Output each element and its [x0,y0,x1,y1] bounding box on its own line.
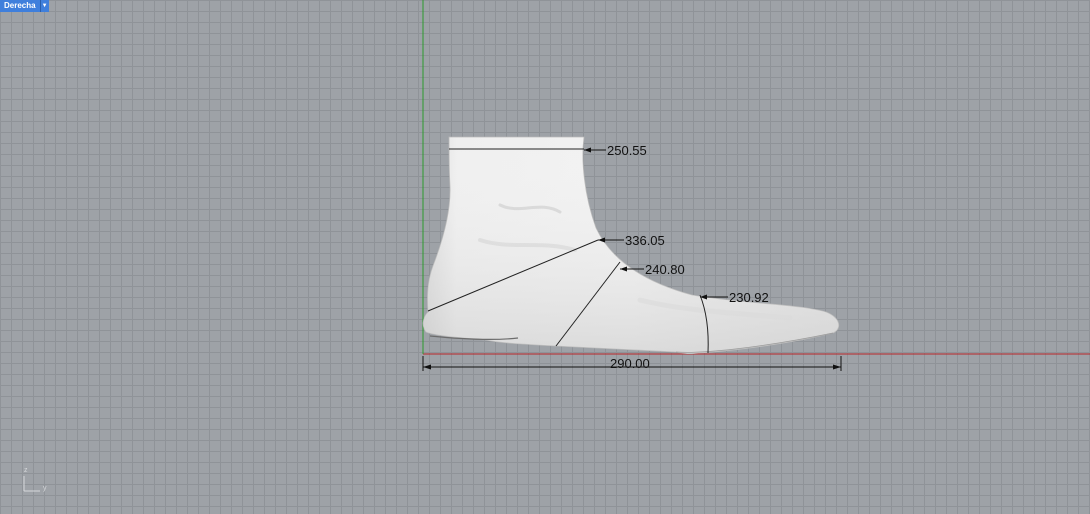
length-dimension[interactable]: 290.00 [422,356,842,371]
instep-girth-value[interactable]: 336.05 [625,233,665,248]
ball-girth-value[interactable]: 230.92 [729,290,769,305]
axis-widget: z y [23,467,47,492]
dropdown-arrow-icon[interactable]: ▼ [40,0,49,12]
length-value[interactable]: 290.00 [610,356,650,371]
axis-y-label: y [43,485,47,492]
waist-girth-value[interactable]: 240.80 [645,262,685,277]
top-girth-annotation[interactable]: 250.55 [584,143,647,158]
right-viewport[interactable]: Derecha ▼ 250.55 336.05 240.80 230.92 29… [0,0,1090,514]
viewport-canvas[interactable]: 250.55 336.05 240.80 230.92 290.00 z y [0,0,1090,514]
axis-z-label: z [24,467,28,474]
instep-girth-annotation[interactable]: 336.05 [598,233,665,248]
top-girth-value[interactable]: 250.55 [607,143,647,158]
viewport-name-label[interactable]: Derecha [0,0,41,12]
viewport-title-tab[interactable]: Derecha ▼ [0,0,49,12]
